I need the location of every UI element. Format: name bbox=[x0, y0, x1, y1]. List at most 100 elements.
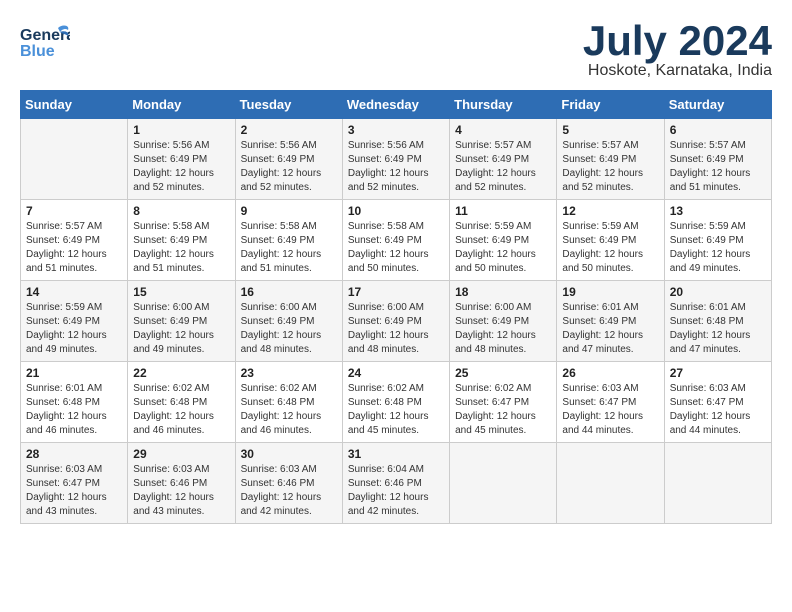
day-number: 25 bbox=[455, 366, 551, 380]
day-info: Sunrise: 6:03 AM Sunset: 6:47 PM Dayligh… bbox=[670, 382, 766, 438]
day-number: 31 bbox=[348, 447, 444, 461]
day-number: 18 bbox=[455, 285, 551, 299]
day-number: 21 bbox=[26, 366, 122, 380]
day-number: 6 bbox=[670, 123, 766, 137]
day-number: 19 bbox=[562, 285, 658, 299]
day-number: 20 bbox=[670, 285, 766, 299]
calendar-cell bbox=[450, 443, 557, 524]
day-number: 30 bbox=[241, 447, 337, 461]
calendar-cell: 13Sunrise: 5:59 AM Sunset: 6:49 PM Dayli… bbox=[664, 200, 771, 281]
day-number: 13 bbox=[670, 204, 766, 218]
calendar-week-row: 7 Sunrise: 5:57 AM Sunset: 6:49 PM Daylig… bbox=[21, 200, 772, 281]
month-year-title: July 2024 bbox=[583, 20, 772, 62]
calendar-cell bbox=[557, 443, 664, 524]
day-number: 16 bbox=[241, 285, 337, 299]
day-info: Sunrise: 5:59 AM Sunset: 6:49 PM Dayligh… bbox=[455, 220, 551, 276]
calendar-cell: 27 Sunrise: 6:03 AM Sunset: 6:47 PM Dayli… bbox=[664, 362, 771, 443]
day-info: Sunrise: 6:01 AM Sunset: 6:48 PM Dayligh… bbox=[26, 382, 122, 438]
day-info: Sunrise: 5:57 AM Sunset: 6:49 PM Dayligh… bbox=[455, 139, 551, 195]
day-info: Sunrise: 6:03 AM Sunset: 6:47 PM Dayligh… bbox=[26, 463, 122, 519]
day-info: Sunrise: 6:00 AM Sunset: 6:49 PM Dayligh… bbox=[241, 301, 337, 357]
calendar-cell: 20 Sunrise: 6:01 AM Sunset: 6:48 PM Dayli… bbox=[664, 281, 771, 362]
calendar-week-row: 28 Sunrise: 6:03 AM Sunset: 6:47 PM Dayli… bbox=[21, 443, 772, 524]
calendar-cell: 4 Sunrise: 5:57 AM Sunset: 6:49 PM Daylig… bbox=[450, 119, 557, 200]
calendar-week-row: 21 Sunrise: 6:01 AM Sunset: 6:48 PM Dayli… bbox=[21, 362, 772, 443]
day-info: Sunrise: 6:01 AM Sunset: 6:49 PM Dayligh… bbox=[562, 301, 658, 357]
calendar-cell: 17Sunrise: 6:00 AM Sunset: 6:49 PM Dayli… bbox=[342, 281, 449, 362]
calendar-cell: 23 Sunrise: 6:02 AM Sunset: 6:48 PM Dayli… bbox=[235, 362, 342, 443]
day-number: 8 bbox=[133, 204, 229, 218]
calendar-cell bbox=[21, 119, 128, 200]
day-number: 4 bbox=[455, 123, 551, 137]
day-number: 28 bbox=[26, 447, 122, 461]
day-info: Sunrise: 5:57 AM Sunset: 6:49 PM Dayligh… bbox=[26, 220, 122, 276]
calendar-cell: 11 Sunrise: 5:59 AM Sunset: 6:49 PM Dayli… bbox=[450, 200, 557, 281]
calendar-cell: 24 Sunrise: 6:02 AM Sunset: 6:48 PM Dayli… bbox=[342, 362, 449, 443]
calendar-cell: 21 Sunrise: 6:01 AM Sunset: 6:48 PM Dayli… bbox=[21, 362, 128, 443]
calendar-cell: 14Sunrise: 5:59 AM Sunset: 6:49 PM Dayli… bbox=[21, 281, 128, 362]
day-number: 24 bbox=[348, 366, 444, 380]
calendar-week-row: 14Sunrise: 5:59 AM Sunset: 6:49 PM Dayli… bbox=[21, 281, 772, 362]
day-number: 23 bbox=[241, 366, 337, 380]
day-number: 29 bbox=[133, 447, 229, 461]
calendar-cell: 22Sunrise: 6:02 AM Sunset: 6:48 PM Dayli… bbox=[128, 362, 235, 443]
calendar-day-header: Monday bbox=[128, 91, 235, 119]
day-info: Sunrise: 6:02 AM Sunset: 6:47 PM Dayligh… bbox=[455, 382, 551, 438]
day-number: 1 bbox=[133, 123, 229, 137]
day-number: 26 bbox=[562, 366, 658, 380]
day-number: 7 bbox=[26, 204, 122, 218]
calendar-cell: 12 Sunrise: 5:59 AM Sunset: 6:49 PM Dayli… bbox=[557, 200, 664, 281]
day-info: Sunrise: 6:03 AM Sunset: 6:46 PM Dayligh… bbox=[133, 463, 229, 519]
day-info: Sunrise: 5:59 AM Sunset: 6:49 PM Dayligh… bbox=[26, 301, 122, 357]
day-info: Sunrise: 5:58 AM Sunset: 6:49 PM Dayligh… bbox=[133, 220, 229, 276]
calendar-cell: 6Sunrise: 5:57 AM Sunset: 6:49 PM Daylig… bbox=[664, 119, 771, 200]
day-info: Sunrise: 5:59 AM Sunset: 6:49 PM Dayligh… bbox=[562, 220, 658, 276]
day-info: Sunrise: 6:00 AM Sunset: 6:49 PM Dayligh… bbox=[133, 301, 229, 357]
logo: General Blue bbox=[20, 20, 70, 70]
day-info: Sunrise: 5:57 AM Sunset: 6:49 PM Dayligh… bbox=[562, 139, 658, 195]
day-info: Sunrise: 5:56 AM Sunset: 6:49 PM Dayligh… bbox=[348, 139, 444, 195]
calendar-cell: 25 Sunrise: 6:02 AM Sunset: 6:47 PM Dayli… bbox=[450, 362, 557, 443]
day-info: Sunrise: 6:00 AM Sunset: 6:49 PM Dayligh… bbox=[348, 301, 444, 357]
calendar-cell: 5 Sunrise: 5:57 AM Sunset: 6:49 PM Daylig… bbox=[557, 119, 664, 200]
calendar-day-header: Sunday bbox=[21, 91, 128, 119]
calendar-cell: 7 Sunrise: 5:57 AM Sunset: 6:49 PM Daylig… bbox=[21, 200, 128, 281]
calendar-cell bbox=[664, 443, 771, 524]
calendar-week-row: 1 Sunrise: 5:56 AM Sunset: 6:49 PM Daylig… bbox=[21, 119, 772, 200]
calendar-day-header: Thursday bbox=[450, 91, 557, 119]
day-info: Sunrise: 5:56 AM Sunset: 6:49 PM Dayligh… bbox=[241, 139, 337, 195]
calendar-cell: 18 Sunrise: 6:00 AM Sunset: 6:49 PM Dayli… bbox=[450, 281, 557, 362]
day-info: Sunrise: 6:03 AM Sunset: 6:47 PM Dayligh… bbox=[562, 382, 658, 438]
calendar-day-header: Tuesday bbox=[235, 91, 342, 119]
day-number: 27 bbox=[670, 366, 766, 380]
day-number: 3 bbox=[348, 123, 444, 137]
day-info: Sunrise: 6:00 AM Sunset: 6:49 PM Dayligh… bbox=[455, 301, 551, 357]
title-block: July 2024 Hoskote, Karnataka, India bbox=[583, 20, 772, 80]
calendar-cell: 2 Sunrise: 5:56 AM Sunset: 6:49 PM Daylig… bbox=[235, 119, 342, 200]
day-number: 11 bbox=[455, 204, 551, 218]
svg-text:Blue: Blue bbox=[20, 43, 55, 60]
day-number: 12 bbox=[562, 204, 658, 218]
day-info: Sunrise: 5:58 AM Sunset: 6:49 PM Dayligh… bbox=[241, 220, 337, 276]
calendar-cell: 9 Sunrise: 5:58 AM Sunset: 6:49 PM Daylig… bbox=[235, 200, 342, 281]
day-number: 10 bbox=[348, 204, 444, 218]
day-number: 5 bbox=[562, 123, 658, 137]
day-info: Sunrise: 6:02 AM Sunset: 6:48 PM Dayligh… bbox=[241, 382, 337, 438]
day-number: 2 bbox=[241, 123, 337, 137]
calendar-header-row: SundayMondayTuesdayWednesdayThursdayFrid… bbox=[21, 91, 772, 119]
day-info: Sunrise: 6:01 AM Sunset: 6:48 PM Dayligh… bbox=[670, 301, 766, 357]
day-number: 22 bbox=[133, 366, 229, 380]
day-number: 9 bbox=[241, 204, 337, 218]
calendar-cell: 31Sunrise: 6:04 AM Sunset: 6:46 PM Dayli… bbox=[342, 443, 449, 524]
calendar-cell: 16 Sunrise: 6:00 AM Sunset: 6:49 PM Dayli… bbox=[235, 281, 342, 362]
day-number: 15 bbox=[133, 285, 229, 299]
calendar-cell: 28 Sunrise: 6:03 AM Sunset: 6:47 PM Dayli… bbox=[21, 443, 128, 524]
page-header: General Blue July 2024 Hoskote, Karnatak… bbox=[20, 20, 772, 80]
calendar-cell: 30 Sunrise: 6:03 AM Sunset: 6:46 PM Dayli… bbox=[235, 443, 342, 524]
day-info: Sunrise: 6:03 AM Sunset: 6:46 PM Dayligh… bbox=[241, 463, 337, 519]
day-info: Sunrise: 6:02 AM Sunset: 6:48 PM Dayligh… bbox=[348, 382, 444, 438]
calendar-cell: 3 Sunrise: 5:56 AM Sunset: 6:49 PM Daylig… bbox=[342, 119, 449, 200]
calendar-cell: 8 Sunrise: 5:58 AM Sunset: 6:49 PM Daylig… bbox=[128, 200, 235, 281]
calendar-cell: 19 Sunrise: 6:01 AM Sunset: 6:49 PM Dayli… bbox=[557, 281, 664, 362]
location-subtitle: Hoskote, Karnataka, India bbox=[583, 62, 772, 80]
